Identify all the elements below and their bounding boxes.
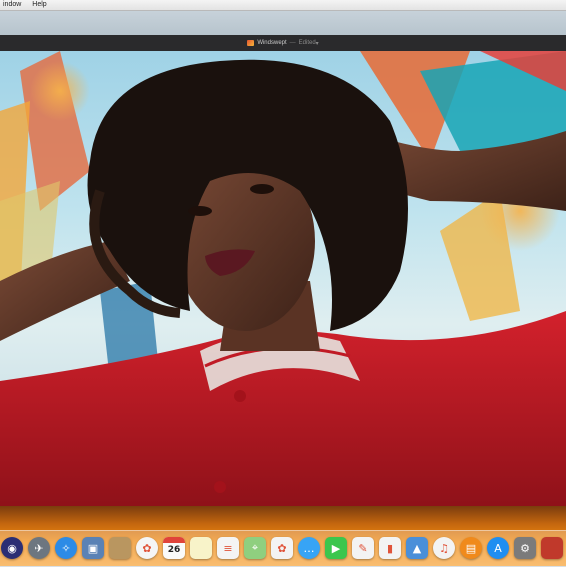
document-icon	[247, 40, 255, 46]
reminders-icon[interactable]: ≡	[217, 537, 239, 559]
photos-icon[interactable]: ✿	[136, 537, 158, 559]
menu-bar: indow Help	[0, 0, 566, 11]
edited-status[interactable]: Edited	[299, 40, 316, 46]
dock: ◉ ✈ ✧ ▣ ✿ 26 ≡ ⌖ ✿… ▶ ✎ ▮ ▲ ♫ ▤ A ⚙	[0, 533, 566, 563]
photo-thumbnail-icon[interactable]	[541, 537, 563, 559]
safari-icon[interactable]: ✧	[55, 537, 77, 559]
app-store-icon[interactable]: A	[487, 537, 509, 559]
messages-icon[interactable]: …	[298, 537, 320, 559]
notes-paper-icon[interactable]	[109, 537, 131, 559]
notes-icon[interactable]	[190, 537, 212, 559]
facetime-icon[interactable]: ▶	[325, 537, 347, 559]
photos-booth-icon[interactable]: ✿	[271, 537, 293, 559]
launchpad-icon[interactable]: ✈	[28, 537, 50, 559]
chevron-down-icon[interactable]: ▾	[316, 40, 319, 47]
calendar-day: 26	[167, 545, 181, 555]
calendar-header	[163, 537, 185, 543]
calendar-icon[interactable]: 26	[163, 537, 185, 559]
portrait-photo	[0, 51, 566, 506]
title-separator: —	[289, 40, 296, 46]
pages-icon[interactable]: ✎	[352, 537, 374, 559]
photo-canvas[interactable]	[0, 51, 566, 506]
ibooks-icon[interactable]: ▤	[460, 537, 482, 559]
maps-icon[interactable]: ⌖	[244, 537, 266, 559]
siri-icon[interactable]: ◉	[1, 537, 23, 559]
itunes-icon[interactable]: ♫	[433, 537, 455, 559]
desktop-background	[0, 11, 566, 35]
keynote-icon[interactable]: ▲	[406, 537, 428, 559]
menu-window[interactable]: indow	[3, 0, 21, 10]
preview-icon[interactable]: ▣	[82, 537, 104, 559]
window-title-bar[interactable]: Windswept — Edited ▾	[0, 35, 566, 52]
menu-help[interactable]: Help	[32, 0, 46, 10]
window-title: Windswept	[257, 40, 287, 46]
system-preferences-icon[interactable]: ⚙	[514, 537, 536, 559]
numbers-icon[interactable]: ▮	[379, 537, 401, 559]
